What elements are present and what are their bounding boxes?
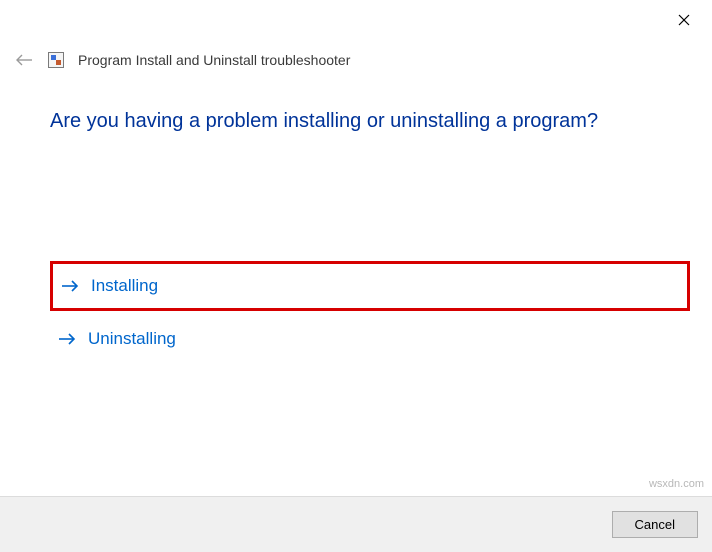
option-label: Installing [91,276,158,296]
window-title: Program Install and Uninstall troublesho… [78,52,350,68]
back-arrow-icon [15,53,33,67]
option-label: Uninstalling [88,329,176,349]
app-icon [48,52,64,68]
back-button[interactable] [14,50,34,70]
option-uninstalling[interactable]: Uninstalling [50,317,690,361]
arrow-right-icon [58,330,76,348]
option-installing[interactable]: Installing [50,261,690,311]
question-heading: Are you having a problem installing or u… [50,110,690,133]
footer: Cancel [0,496,712,552]
arrow-right-icon [61,277,79,295]
header: Program Install and Uninstall troublesho… [14,50,350,70]
close-button[interactable] [674,10,694,30]
close-icon [678,14,690,26]
content-area: Are you having a problem installing or u… [50,110,690,361]
cancel-button[interactable]: Cancel [612,511,698,538]
watermark-text: wsxdn.com [649,478,704,490]
